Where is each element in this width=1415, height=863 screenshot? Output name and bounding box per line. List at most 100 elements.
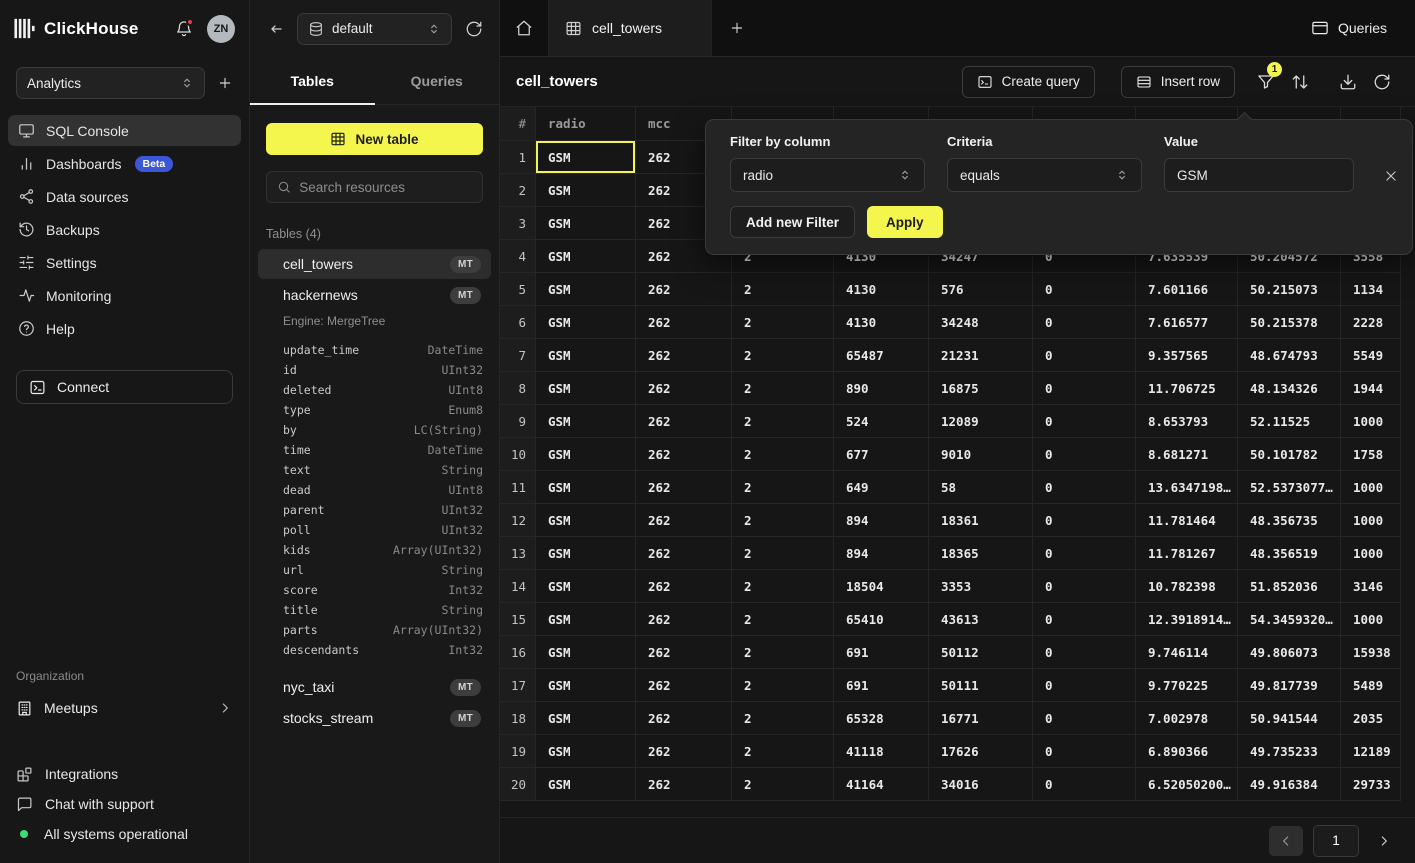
table-cell[interactable]: 1944 — [1341, 372, 1401, 405]
table-cell[interactable]: 29733 — [1341, 768, 1401, 801]
table-cell[interactable]: 6.890366 — [1136, 735, 1238, 768]
table-cell[interactable]: 50112 — [929, 636, 1033, 669]
next-page-button[interactable] — [1369, 826, 1399, 856]
table-cell[interactable]: GSM — [536, 603, 636, 636]
table-cell[interactable]: 52.5373077… — [1238, 471, 1341, 504]
selected-table-cell[interactable]: GSM — [536, 141, 636, 174]
table-cell[interactable]: 54.3459320… — [1238, 603, 1341, 636]
notifications-button[interactable] — [175, 20, 193, 38]
workspace-select[interactable]: Analytics — [16, 67, 205, 99]
sidebar-item-monitoring[interactable]: Monitoring — [8, 280, 241, 311]
table-cell[interactable]: 1000 — [1341, 471, 1401, 504]
row-number-cell[interactable]: 12 — [500, 504, 536, 537]
table-item-stocks-stream[interactable]: stocks_stream MT — [258, 703, 491, 733]
table-cell[interactable]: GSM — [536, 207, 636, 240]
column-header[interactable]: # — [500, 107, 536, 141]
table-cell[interactable]: 49.817739 — [1238, 669, 1341, 702]
table-cell[interactable]: GSM — [536, 504, 636, 537]
table-cell[interactable]: 262 — [636, 504, 732, 537]
table-cell[interactable]: 0 — [1033, 372, 1136, 405]
table-cell[interactable]: 1000 — [1341, 603, 1401, 636]
insert-row-button[interactable]: Insert row — [1121, 66, 1235, 98]
table-cell[interactable]: 0 — [1033, 570, 1136, 603]
row-number-cell[interactable]: 6 — [500, 306, 536, 339]
table-cell[interactable]: 9.770225 — [1136, 669, 1238, 702]
column-header[interactable]: radio — [536, 107, 636, 141]
table-cell[interactable]: 16875 — [929, 372, 1033, 405]
table-cell[interactable]: 48.356735 — [1238, 504, 1341, 537]
table-cell[interactable]: 262 — [636, 372, 732, 405]
table-cell[interactable]: 0 — [1033, 669, 1136, 702]
table-cell[interactable]: 15938 — [1341, 636, 1401, 669]
table-cell[interactable]: 890 — [834, 372, 929, 405]
queries-button[interactable]: Queries — [1311, 19, 1387, 37]
tab-queries[interactable]: Queries — [375, 57, 500, 104]
table-cell[interactable]: 43613 — [929, 603, 1033, 636]
table-cell[interactable]: 49.916384 — [1238, 768, 1341, 801]
table-item-nyc-taxi[interactable]: nyc_taxi MT — [258, 672, 491, 702]
table-cell[interactable]: GSM — [536, 174, 636, 207]
row-number-cell[interactable]: 15 — [500, 603, 536, 636]
table-cell[interactable]: 894 — [834, 504, 929, 537]
clickhouse-logo[interactable]: ClickHouse — [14, 18, 139, 39]
table-cell[interactable]: 649 — [834, 471, 929, 504]
add-workspace-button[interactable] — [217, 75, 233, 91]
integrations-link[interactable]: Integrations — [0, 759, 249, 789]
filter-criteria-select[interactable]: equals — [947, 158, 1142, 192]
table-cell[interactable]: 0 — [1033, 273, 1136, 306]
table-cell[interactable]: 1000 — [1341, 504, 1401, 537]
table-cell[interactable]: 0 — [1033, 339, 1136, 372]
table-cell[interactable]: 0 — [1033, 537, 1136, 570]
sort-button[interactable] — [1283, 66, 1317, 98]
filter-column-select[interactable]: radio — [730, 158, 925, 192]
table-cell[interactable]: 2 — [732, 735, 834, 768]
row-number-cell[interactable]: 4 — [500, 240, 536, 273]
table-cell[interactable]: 2 — [732, 372, 834, 405]
row-number-cell[interactable]: 1 — [500, 141, 536, 174]
filter-button[interactable]: 1 — [1249, 66, 1283, 98]
table-cell[interactable]: 0 — [1033, 768, 1136, 801]
table-cell[interactable]: 8.653793 — [1136, 405, 1238, 438]
row-number-cell[interactable]: 2 — [500, 174, 536, 207]
table-cell[interactable]: 50.101782 — [1238, 438, 1341, 471]
table-cell[interactable]: 6.52050200… — [1136, 768, 1238, 801]
table-cell[interactable]: 41118 — [834, 735, 929, 768]
table-cell[interactable]: 10.782398 — [1136, 570, 1238, 603]
table-cell[interactable]: 5549 — [1341, 339, 1401, 372]
table-cell[interactable]: 12.3918914… — [1136, 603, 1238, 636]
database-select[interactable]: default — [297, 13, 452, 45]
table-cell[interactable]: 691 — [834, 669, 929, 702]
connect-button[interactable]: Connect — [16, 370, 233, 404]
new-table-button[interactable]: New table — [266, 123, 483, 155]
table-cell[interactable]: 2 — [732, 504, 834, 537]
table-cell[interactable]: 1000 — [1341, 405, 1401, 438]
sidebar-item-meetups[interactable]: Meetups — [0, 693, 249, 723]
page-number[interactable]: 1 — [1313, 825, 1359, 857]
apply-filter-button[interactable]: Apply — [867, 206, 943, 238]
table-cell[interactable]: 17626 — [929, 735, 1033, 768]
table-cell[interactable]: 4130 — [834, 306, 929, 339]
table-cell[interactable]: 262 — [636, 603, 732, 636]
row-number-cell[interactable]: 7 — [500, 339, 536, 372]
system-status-link[interactable]: All systems operational — [0, 819, 249, 849]
table-cell[interactable]: GSM — [536, 306, 636, 339]
tab-tables[interactable]: Tables — [250, 57, 375, 104]
table-cell[interactable]: 50.941544 — [1238, 702, 1341, 735]
row-number-cell[interactable]: 9 — [500, 405, 536, 438]
table-cell[interactable]: 262 — [636, 702, 732, 735]
table-cell[interactable]: 262 — [636, 669, 732, 702]
table-cell[interactable]: 9010 — [929, 438, 1033, 471]
table-cell[interactable]: 1758 — [1341, 438, 1401, 471]
table-cell[interactable]: 58 — [929, 471, 1033, 504]
table-cell[interactable]: 48.674793 — [1238, 339, 1341, 372]
table-cell[interactable]: 12189 — [1341, 735, 1401, 768]
table-cell[interactable]: 34248 — [929, 306, 1033, 339]
table-cell[interactable]: 50111 — [929, 669, 1033, 702]
row-number-cell[interactable]: 16 — [500, 636, 536, 669]
row-number-cell[interactable]: 18 — [500, 702, 536, 735]
table-cell[interactable]: 13.6347198… — [1136, 471, 1238, 504]
table-cell[interactable]: 894 — [834, 537, 929, 570]
table-cell[interactable]: 65487 — [834, 339, 929, 372]
table-cell[interactable]: 4130 — [834, 273, 929, 306]
row-number-cell[interactable]: 17 — [500, 669, 536, 702]
